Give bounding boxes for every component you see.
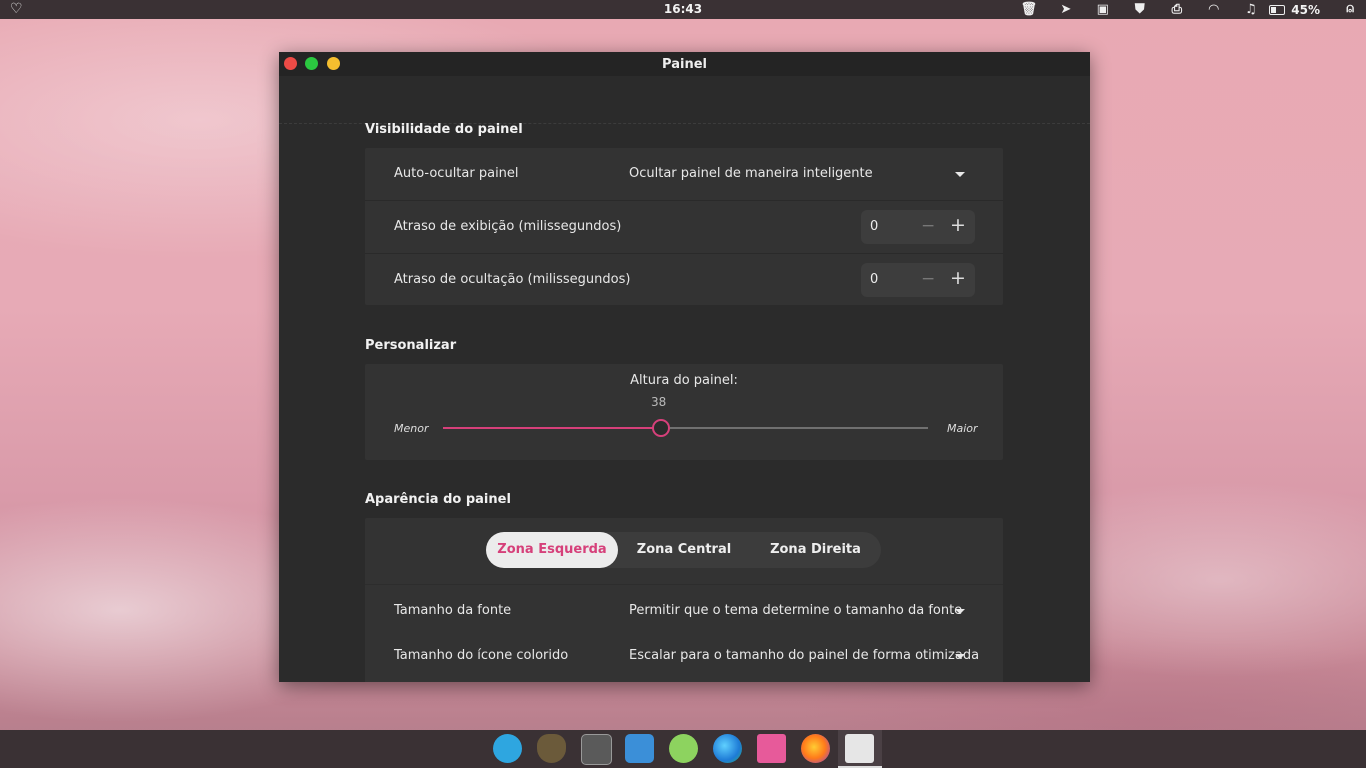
autohide-value: Ocultar painel de maneira inteligente [629, 166, 873, 181]
tab-right-zone[interactable]: Zona Direita [750, 532, 881, 568]
slider-max-label: Maior [947, 422, 978, 435]
hide-delay-spinner[interactable]: 0 − + [861, 263, 975, 297]
top-panel: ♡ 16:43 🗑 ➤ ▣ ⛊ ⎙ ◠ ♫ 45% ⍝ [0, 0, 1366, 19]
show-delay-label: Atraso de exibição (milissegundos) [394, 219, 622, 234]
font-size-value: Permitir que o tema determine o tamanho … [629, 603, 963, 618]
clipboard-icon[interactable]: ▣ [1084, 2, 1121, 17]
appearance-card: Zona Esquerda Zona Central Zona Direita … [365, 518, 1003, 682]
battery-percentage: 45% [1291, 2, 1320, 17]
icon-size-value: Escalar para o tamanho do painel de form… [629, 648, 980, 663]
atom-icon [669, 734, 698, 763]
files-icon [757, 734, 786, 763]
gimp-icon [537, 734, 566, 763]
font-size-row: Tamanho da fonte Permitir que o tema det… [365, 584, 1003, 635]
plus-icon[interactable]: + [950, 267, 966, 289]
plus-icon[interactable]: + [950, 214, 966, 236]
tab-center-zone[interactable]: Zona Central [618, 532, 750, 568]
settings-icon [845, 734, 874, 763]
tab-left-zone[interactable]: Zona Esquerda [486, 532, 618, 568]
chevron-down-icon [955, 654, 965, 659]
dock-app-settings[interactable] [838, 730, 882, 768]
shield-icon[interactable]: ⛊ [1121, 2, 1158, 17]
music-icon[interactable]: ♫ [1232, 2, 1269, 17]
show-delay-spinner[interactable]: 0 − + [861, 210, 975, 244]
hide-delay-value[interactable]: 0 [870, 272, 878, 287]
dock-app-gimp[interactable] [530, 730, 574, 768]
customize-card: Altura do painel: 38 Menor Maior [365, 364, 1003, 460]
icon-size-dropdown[interactable]: Escalar para o tamanho do painel de form… [619, 640, 979, 672]
battery-indicator[interactable]: 45% [1269, 3, 1320, 17]
panel-settings-window: Painel Visibilidade do painel Auto-ocult… [279, 52, 1090, 682]
terminal-icon [581, 734, 612, 765]
minus-icon[interactable]: − [921, 269, 935, 289]
dock-app-atom[interactable] [662, 730, 706, 768]
telegram-icon[interactable]: ➤ [1047, 2, 1084, 17]
dock [0, 730, 1366, 768]
icon-size-row: Tamanho do ícone colorido Escalar para o… [365, 630, 1003, 680]
panel-height-label: Altura do painel: [630, 373, 738, 388]
minus-icon[interactable]: − [921, 216, 935, 236]
visibility-card: Auto-ocultar painel Ocultar painel de ma… [365, 148, 1003, 305]
chevron-down-icon [955, 172, 965, 177]
section-title-appearance: Aparência do painel [365, 492, 511, 507]
hide-delay-label: Atraso de ocultação (milissegundos) [394, 272, 631, 287]
text-editor-icon [625, 734, 654, 763]
person-icon[interactable]: ⍝ [1346, 1, 1354, 16]
font-size-label: Tamanho da fonte [394, 603, 512, 618]
system-tray: 🗑 ➤ ▣ ⛊ ⎙ ◠ ♫ 45% ⍝ [1010, 0, 1366, 19]
dock-apps [486, 730, 882, 768]
panel-height-slider[interactable] [443, 419, 928, 437]
autohide-label: Auto-ocultar painel [394, 166, 519, 181]
zone-tabs: Zona Esquerda Zona Central Zona Direita [486, 532, 881, 568]
window-title: Painel [662, 57, 707, 72]
window-titlebar[interactable]: Painel [279, 52, 1090, 76]
firefox-icon [801, 734, 830, 763]
printer-icon[interactable]: ⎙ [1158, 2, 1195, 17]
dock-app-edge-beta[interactable] [706, 730, 750, 768]
icon-size-label: Tamanho do ícone colorido [394, 648, 569, 663]
show-delay-value[interactable]: 0 [870, 219, 878, 234]
section-title-customize: Personalizar [365, 338, 457, 353]
dock-app-terminal[interactable] [574, 730, 618, 768]
telegram-icon [493, 734, 522, 763]
dock-app-text-editor[interactable] [618, 730, 662, 768]
hide-delay-row: Atraso de ocultação (milissegundos) 0 − … [365, 254, 1003, 306]
trash-icon[interactable]: 🗑 [1010, 2, 1047, 17]
slider-fill [443, 427, 662, 429]
section-title-visibility: Visibilidade do painel [365, 122, 523, 137]
dock-app-firefox[interactable] [794, 730, 838, 768]
show-delay-row: Atraso de exibição (milissegundos) 0 − + [365, 201, 1003, 254]
dock-app-files[interactable] [750, 730, 794, 768]
autohide-dropdown[interactable]: Ocultar painel de maneira inteligente [619, 158, 975, 190]
font-size-dropdown[interactable]: Permitir que o tema determine o tamanho … [619, 595, 975, 627]
slider-min-label: Menor [394, 422, 429, 435]
chevron-down-icon [955, 609, 965, 614]
battery-icon [1269, 4, 1286, 15]
dock-app-telegram[interactable] [486, 730, 530, 768]
edge-beta-icon [713, 734, 742, 763]
slider-handle[interactable] [652, 419, 671, 437]
wifi-icon[interactable]: ◠ [1195, 2, 1232, 17]
autohide-row: Auto-ocultar painel Ocultar painel de ma… [365, 148, 1003, 201]
